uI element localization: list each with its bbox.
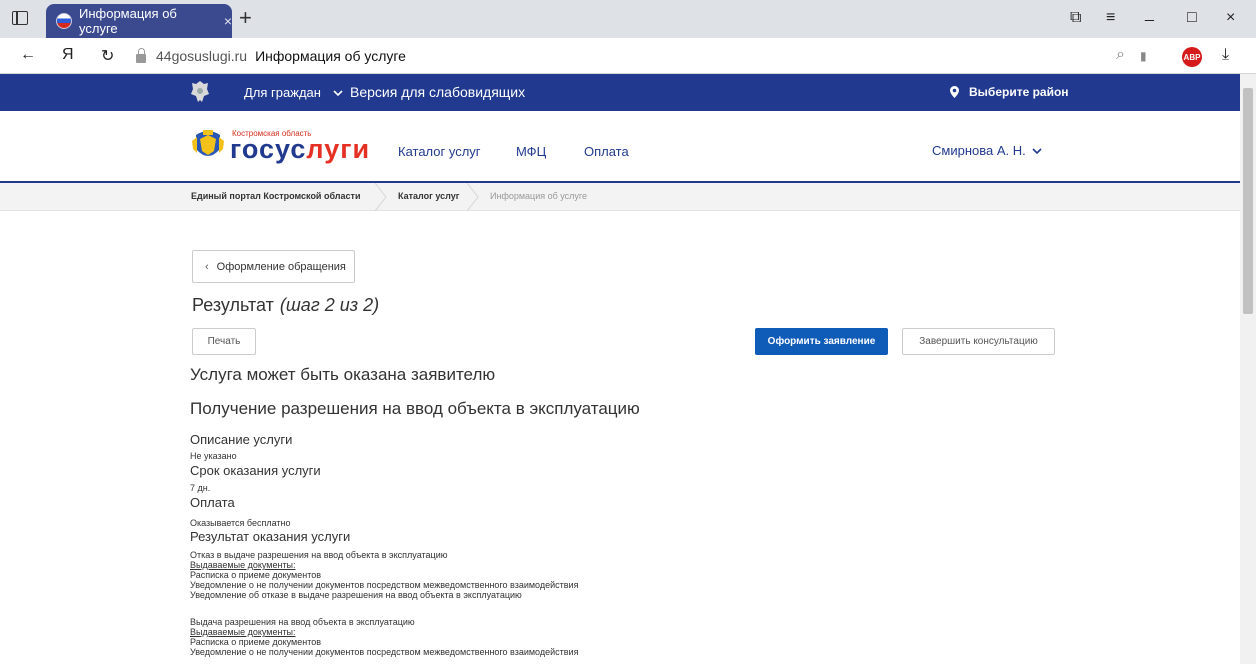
bookmark-icon[interactable]: ▮ bbox=[1140, 49, 1147, 63]
logo-wordmark: госуслуги bbox=[230, 135, 370, 163]
term-title: Срок оказания услуги bbox=[190, 463, 321, 478]
print-button[interactable]: Печать bbox=[192, 328, 256, 355]
availability-text: Услуга может быть оказана заявителю bbox=[190, 365, 496, 384]
web-page: Для граждан Версия для слабовидящих Выбе… bbox=[0, 74, 1240, 664]
issued-doc: Уведомление об отказе в выдаче разрешени… bbox=[190, 590, 522, 600]
back-to-application-label: Оформление обращения bbox=[216, 260, 346, 273]
description-title: Описание услуги bbox=[190, 432, 293, 447]
citizens-menu-label: Для граждан bbox=[244, 85, 321, 100]
maximize-icon[interactable]: □ bbox=[1187, 9, 1197, 27]
logo-wordmark-blue: луги bbox=[306, 134, 371, 164]
step-indicator: (шаг 2 из 2) bbox=[279, 295, 380, 315]
scrollbar-thumb[interactable] bbox=[1243, 88, 1253, 314]
visually-impaired-link[interactable]: Версия для слабовидящих bbox=[350, 84, 525, 100]
coat-of-arms-icon bbox=[192, 130, 224, 156]
chevron-down-icon bbox=[1032, 148, 1042, 155]
finish-consultation-button[interactable]: Завершить консультацию bbox=[902, 328, 1055, 355]
breadcrumb-catalog[interactable]: Каталог услуг bbox=[398, 191, 460, 201]
top-navigation: Для граждан Версия для слабовидящих Выбе… bbox=[0, 74, 1240, 111]
adblock-icon[interactable]: ABP bbox=[1182, 47, 1202, 67]
sidebar-toggle-icon[interactable] bbox=[12, 11, 28, 25]
search-icon[interactable]: ⌕ bbox=[1116, 46, 1125, 64]
close-window-icon[interactable]: × bbox=[1226, 9, 1235, 27]
location-pin-icon bbox=[950, 86, 959, 98]
breadcrumb-separator-icon bbox=[466, 183, 479, 211]
url-page-title: Информация об услуге bbox=[255, 48, 406, 64]
breadcrumb-portal[interactable]: Единый портал Костромской области bbox=[191, 191, 360, 201]
minimize-icon[interactable]: _ bbox=[1145, 5, 1154, 23]
issued-doc: Уведомление о не получении документов по… bbox=[190, 580, 579, 590]
url-host: 44gosuslugi.ru bbox=[156, 48, 248, 64]
nav-catalog[interactable]: Каталог услуг bbox=[398, 144, 481, 159]
download-icon[interactable]: ⤓ bbox=[1222, 46, 1229, 64]
apply-button[interactable]: Оформить заявление bbox=[755, 328, 888, 355]
nav-mfc[interactable]: МФЦ bbox=[516, 144, 546, 159]
back-to-application-button[interactable]: ‹ Оформление обращения bbox=[192, 250, 355, 283]
tab-title: Информация об услуге bbox=[79, 6, 177, 36]
tab-favicon-icon bbox=[56, 13, 72, 29]
issued-docs-label: Выдаваемые документы: bbox=[190, 627, 296, 637]
yandex-icon[interactable]: Я bbox=[62, 46, 74, 64]
emblem-icon bbox=[191, 81, 209, 102]
issued-doc: Расписка о приеме документов bbox=[190, 570, 322, 580]
page-scrollbar[interactable] bbox=[1240, 74, 1256, 664]
breadcrumb-separator-icon bbox=[374, 183, 387, 211]
site-header: Костромская область госуслуги Каталог ус… bbox=[0, 111, 1240, 183]
chevron-down-icon bbox=[332, 90, 343, 97]
chevron-left-icon: ‹ bbox=[205, 260, 209, 273]
user-menu[interactable]: Смирнова А. Н. bbox=[932, 143, 1042, 158]
browser-tabbar: Информация об услуге × + ⧉ ≡ _ □ × bbox=[0, 0, 1256, 38]
payment-title: Оплата bbox=[190, 495, 235, 510]
page-title: Результат (шаг 2 из 2) bbox=[192, 295, 379, 316]
back-arrow-icon[interactable]: ← bbox=[20, 46, 36, 64]
region-selector-label: Выберите район bbox=[969, 85, 1069, 99]
description-value: Не указано bbox=[190, 451, 237, 461]
user-name: Смирнова А. Н. bbox=[932, 143, 1026, 158]
issued-docs-label: Выдаваемые документы: bbox=[190, 560, 296, 570]
breadcrumb-current: Информация об услуге bbox=[490, 191, 588, 201]
address-bar: ← Я ↻ 44gosuslugi.ru Информация об услуг… bbox=[0, 38, 1256, 74]
issued-doc: Расписка о приеме документов bbox=[190, 637, 322, 647]
region-selector[interactable]: Выберите район bbox=[950, 85, 1069, 99]
breadcrumb: Единый портал Костромской области Катало… bbox=[0, 183, 1240, 211]
tab-close-icon[interactable]: × bbox=[224, 13, 232, 29]
service-name: Получение разрешения на ввод объекта в э… bbox=[190, 399, 640, 418]
result-of-service-title: Результат оказания услуги bbox=[190, 529, 351, 544]
browser-tab[interactable]: Информация об услуге × bbox=[46, 4, 232, 38]
issued-doc: Уведомление о не получении документов по… bbox=[190, 647, 579, 657]
new-tab-icon[interactable]: + bbox=[239, 7, 252, 29]
payment-value: Оказывается бесплатно bbox=[190, 518, 291, 528]
gosuslugi-logo[interactable]: Костромская область госуслуги bbox=[190, 123, 370, 163]
result-item-title: Отказ в выдаче разрешения на ввод объект… bbox=[190, 550, 448, 560]
url-field[interactable]: 44gosuslugi.ru Информация об услуге bbox=[130, 43, 1170, 69]
window-pin-icon[interactable]: ⧉ bbox=[1070, 9, 1081, 27]
nav-payment[interactable]: Оплата bbox=[584, 144, 629, 159]
term-value: 7 дн. bbox=[190, 483, 211, 493]
logo-wordmark-red: госус bbox=[230, 134, 307, 164]
issued-docs-label-text: Выдаваемые документы: bbox=[190, 627, 296, 637]
citizens-menu[interactable]: Для граждан bbox=[244, 85, 343, 100]
result-item-title: Выдача разрешения на ввод объекта в эксп… bbox=[190, 617, 415, 627]
result-heading: Результат bbox=[192, 295, 274, 315]
lock-icon bbox=[136, 47, 146, 63]
logo-region-text: Костромская область bbox=[232, 129, 312, 138]
browser-menu-icon[interactable]: ≡ bbox=[1106, 9, 1115, 27]
reload-icon[interactable]: ↻ bbox=[101, 46, 114, 66]
issued-docs-label-text: Выдаваемые документы: bbox=[190, 560, 296, 570]
